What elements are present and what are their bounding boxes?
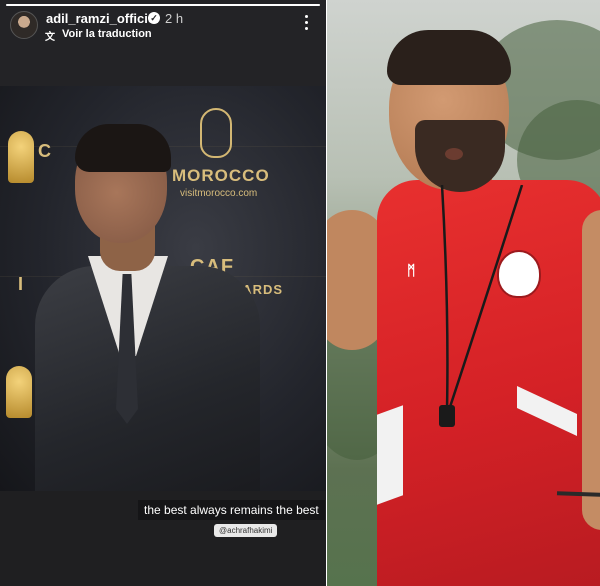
translate-label: Voir la traduction [62, 28, 152, 40]
story-photo: C MOROCCO visitmorocco.com CAF AWARDS I [0, 86, 326, 491]
story-timestamp: 2 h [165, 11, 184, 26]
backdrop-partial-i: I [18, 274, 25, 294]
verified-icon: ✓ [148, 12, 160, 24]
instagram-story: adil_ramzi_officiel ✓ 2 h 文 Voir la trad… [0, 0, 326, 586]
profile-avatar[interactable] [10, 11, 38, 39]
mention-sticker[interactable]: @achrafhakimi [214, 524, 278, 537]
story-caption: the best always remains the best [138, 500, 325, 520]
story-username[interactable]: adil_ramzi_officiel [46, 11, 159, 26]
kit-brand-icon: ᛗ [407, 262, 416, 278]
whistle-icon [439, 405, 455, 427]
translate-icon: 文 [45, 32, 55, 43]
trophy-logo-lower [6, 366, 32, 418]
whistle-lanyard [440, 185, 524, 411]
more-options-icon[interactable] [300, 15, 312, 33]
story-progress-fill [6, 4, 320, 6]
story-progress-bar [6, 4, 320, 6]
person-in-suit [30, 116, 270, 491]
story-header: adil_ramzi_officiel ✓ 2 h 文 Voir la trad… [0, 0, 326, 86]
coach-photo: ᛗ [327, 0, 600, 586]
